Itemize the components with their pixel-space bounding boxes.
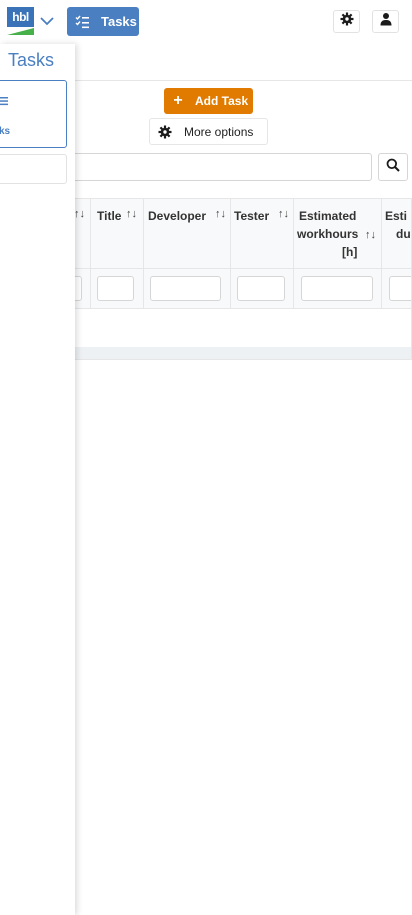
filter-input-developer[interactable] [150, 276, 221, 301]
filter-input-title[interactable] [97, 276, 134, 301]
column-label: Tester [234, 209, 270, 223]
search-button[interactable] [378, 153, 408, 181]
gear-icon [340, 12, 354, 31]
sort-icon[interactable]: ↑↓ [365, 229, 376, 241]
column-header-tester[interactable]: Tester ↑↓ [231, 199, 294, 269]
column-header-title[interactable]: Title ↑↓ [91, 199, 144, 269]
column-label-line1: Esti [385, 209, 408, 223]
task-list-icon [75, 15, 89, 29]
table-header: ↑↓ Title ↑↓ Developer ↑↓ Tester ↑↓ Estim… [41, 199, 411, 269]
sort-icon[interactable]: ↑↓ [74, 208, 85, 220]
drawer-item-label: ks [0, 126, 11, 137]
column-label-line1: Estimated [299, 209, 357, 223]
logo-text: hbl [7, 7, 34, 27]
hbl-logo[interactable]: hbl [7, 7, 34, 35]
column-label: Title [97, 209, 122, 223]
add-task-button[interactable]: + Add Task [164, 88, 253, 114]
drawer-tasks-item[interactable]: ks [0, 80, 67, 148]
column-header-developer[interactable]: Developer ↑↓ [144, 199, 231, 269]
drawer-title: Tasks [8, 50, 55, 70]
filter-input-estimated-duration[interactable] [389, 276, 411, 301]
filter-input-estimated-workhours[interactable] [301, 276, 373, 301]
tasks-module-label: Tasks [101, 14, 137, 29]
chevron-down-icon[interactable] [38, 12, 56, 30]
filter-cell [144, 269, 231, 309]
filter-cell [294, 269, 382, 309]
sort-icon[interactable]: ↑↓ [126, 208, 137, 220]
more-options-button[interactable]: More options [149, 118, 268, 145]
settings-button[interactable] [333, 10, 360, 33]
gear-icon [158, 125, 172, 139]
column-header-estimated-workhours[interactable]: Estimated workhours [h] ↑↓ [294, 199, 382, 269]
logo-green-bar [7, 28, 34, 35]
table-footer [41, 347, 411, 359]
filter-row [41, 269, 411, 309]
filter-cell [91, 269, 144, 309]
page-divider [75, 80, 412, 81]
side-drawer: Tasks ks [0, 44, 75, 915]
plus-icon: + [173, 92, 183, 109]
user-button[interactable] [372, 10, 399, 33]
filter-input-tester[interactable] [237, 276, 285, 301]
column-label-line2: workhours [297, 227, 359, 241]
sort-icon[interactable]: ↑↓ [278, 208, 289, 220]
filter-cell [382, 269, 411, 309]
task-list-icon [0, 93, 8, 106]
sort-icon[interactable]: ↑↓ [215, 208, 226, 220]
drawer-search-input[interactable] [0, 154, 67, 184]
add-task-label: Add Task [195, 94, 249, 108]
column-label: Developer [148, 209, 207, 223]
tasks-module-button[interactable]: Tasks [67, 7, 139, 36]
tasks-table: ↑↓ Title ↑↓ Developer ↑↓ Tester ↑↓ Estim… [40, 198, 412, 360]
column-label-line2: du [396, 227, 411, 241]
filter-cell [231, 269, 294, 309]
column-header-estimated-duration[interactable]: Esti du [382, 199, 411, 269]
column-label-line3: [h] [342, 245, 358, 259]
user-icon [379, 12, 393, 31]
search-input[interactable] [40, 153, 372, 181]
search-icon [386, 158, 400, 177]
more-options-label: More options [184, 124, 254, 139]
top-bar: hbl Tasks [0, 0, 412, 44]
